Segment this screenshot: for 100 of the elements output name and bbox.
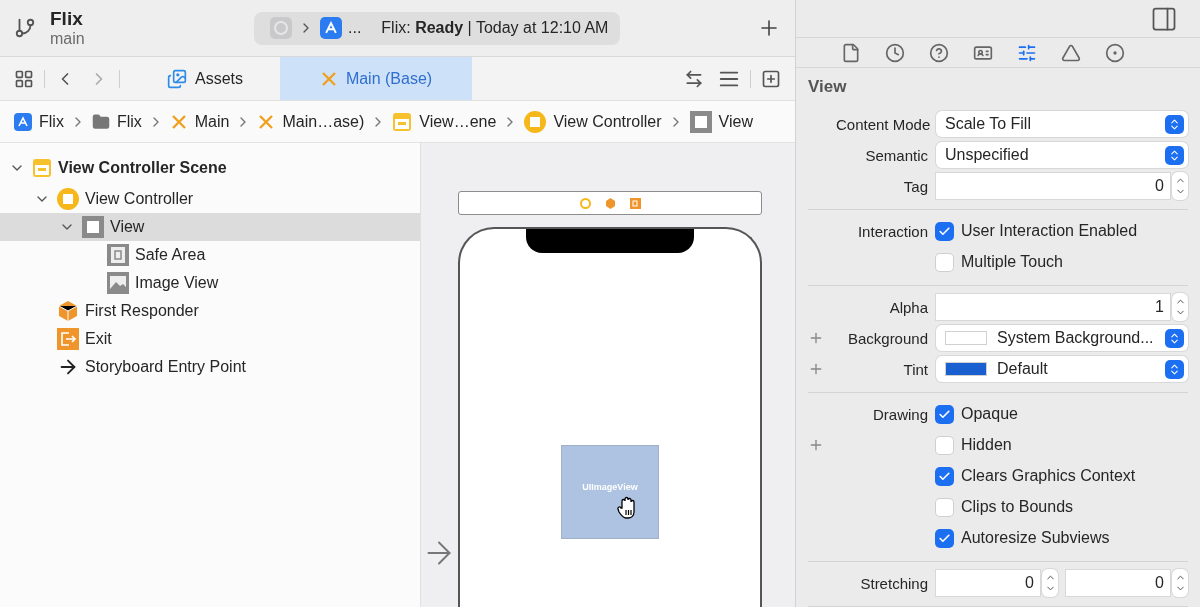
stepper-button[interactable] [1172, 293, 1188, 321]
inspector-tab[interactable] [929, 42, 949, 63]
number-field[interactable]: 0 [936, 570, 1040, 596]
checkbox[interactable] [936, 253, 953, 271]
number-field[interactable]: 1 [936, 294, 1170, 320]
checkbox-label: Hidden [961, 436, 1012, 454]
app-icon [320, 17, 342, 39]
scene-icon [392, 111, 413, 132]
outline-label: Safe Area [135, 246, 206, 264]
outline-row[interactable]: Exit [0, 325, 420, 353]
checkmark-icon [938, 469, 951, 483]
swap-arrows-icon[interactable] [684, 68, 704, 89]
status-text: Flix: Ready | Today at 12:10 AM [381, 19, 609, 37]
editor-tab[interactable]: Main (Base) [280, 57, 472, 100]
field-label: Alpha [888, 298, 928, 316]
cube-icon[interactable] [604, 197, 616, 209]
path-item[interactable]: Flix [91, 112, 142, 131]
add-icon[interactable] [808, 361, 824, 377]
number-field[interactable]: 0 [1066, 570, 1170, 596]
outline-row[interactable]: View Controller Scene [0, 151, 420, 185]
popup-button[interactable]: Scale To Fill [936, 111, 1188, 137]
path-item[interactable]: Main…ase) [257, 112, 365, 131]
editor-tab[interactable]: Assets [130, 57, 280, 100]
path-item[interactable]: View [689, 110, 753, 133]
outline-label: View [110, 218, 145, 236]
outline-label: Image View [135, 274, 219, 292]
color-popup-button[interactable]: System Background... [936, 325, 1188, 351]
checkbox[interactable] [936, 222, 953, 240]
checkbox-label: Autoresize Subviews [961, 529, 1110, 547]
path-item[interactable]: Main [169, 112, 230, 131]
storyboard-icon [319, 69, 338, 88]
view-controller-icon [524, 110, 547, 133]
add-icon[interactable] [808, 437, 824, 453]
outline-label: Storyboard Entry Point [85, 358, 246, 376]
grid-icon[interactable] [14, 68, 34, 89]
path-item[interactable]: View Controller [524, 110, 662, 133]
outline-row[interactable]: Safe Area [0, 241, 420, 269]
path-item[interactable]: View…ene [392, 111, 497, 132]
checkbox[interactable] [936, 529, 953, 547]
up-down-icon [1165, 359, 1184, 379]
exit-icon[interactable] [629, 197, 641, 209]
inspector-tab[interactable] [1017, 42, 1037, 63]
field-label: Semantic [864, 146, 928, 164]
checkbox[interactable] [936, 436, 953, 454]
checkmark-icon [938, 224, 951, 238]
view-controller-icon [57, 188, 79, 210]
field-label: Content Mode [836, 115, 928, 133]
branch-icon[interactable] [14, 17, 36, 39]
storyboard-icon [257, 112, 276, 131]
checkbox-label: Clips to Bounds [961, 498, 1074, 516]
add-editor-icon[interactable] [761, 68, 781, 89]
checkbox[interactable] [936, 498, 953, 516]
up-down-icon [1165, 328, 1184, 348]
exit-icon [57, 328, 79, 350]
images-icon [167, 68, 187, 89]
outline-row[interactable]: First Responder [0, 297, 420, 325]
outline-label: First Responder [85, 302, 199, 320]
inspector-tab[interactable] [1061, 42, 1081, 63]
number-field[interactable]: 0 [936, 173, 1170, 199]
add-icon[interactable] [808, 330, 824, 346]
stepper-button[interactable] [1172, 172, 1188, 200]
stepper-button[interactable] [1172, 569, 1188, 597]
checkbox[interactable] [936, 405, 953, 423]
field-label: Tag [902, 177, 928, 195]
checkbox-label: Clears Graphics Context [961, 467, 1136, 485]
checkbox-label: Opaque [961, 405, 1018, 423]
outline-row[interactable]: Image View [0, 269, 420, 297]
popup-button[interactable]: Unspecified [936, 142, 1188, 168]
field-label: Interaction [856, 222, 928, 240]
field-label: Drawing [871, 405, 928, 423]
outline-row[interactable]: View [0, 213, 420, 241]
storyboard-icon [169, 112, 188, 131]
view-icon [689, 110, 712, 133]
cube-icon [57, 300, 79, 322]
checkbox[interactable] [936, 467, 953, 485]
image-icon [107, 272, 129, 294]
path-item[interactable]: Flix [14, 112, 64, 131]
image-view-label: UIImageView [582, 482, 638, 492]
checkmark-icon [938, 531, 951, 545]
inspector-tab[interactable] [885, 42, 905, 63]
checkmark-icon [938, 407, 951, 421]
controller-icon[interactable] [579, 197, 591, 209]
outline-row[interactable]: Storyboard Entry Point [0, 353, 420, 381]
up-down-icon [1165, 145, 1184, 165]
scheme-ellipsis: ... [348, 19, 362, 37]
color-popup-button[interactable]: Default [936, 356, 1188, 382]
scene-icon [32, 158, 52, 178]
inspector-tab[interactable] [841, 42, 861, 63]
field-label: Stretching [859, 574, 928, 592]
inspector-tab[interactable] [1105, 42, 1125, 63]
checkbox-label: User Interaction Enabled [961, 222, 1138, 240]
field-label: Background [846, 329, 928, 347]
stepper-button[interactable] [1042, 569, 1058, 597]
section-title: View [807, 76, 848, 98]
outline-row[interactable]: View Controller [0, 185, 420, 213]
field-label: Tint [902, 360, 928, 378]
outline-label: Exit [85, 330, 112, 348]
app-icon [14, 112, 32, 131]
outline-label: View Controller Scene [58, 159, 227, 177]
view-icon [82, 216, 104, 238]
